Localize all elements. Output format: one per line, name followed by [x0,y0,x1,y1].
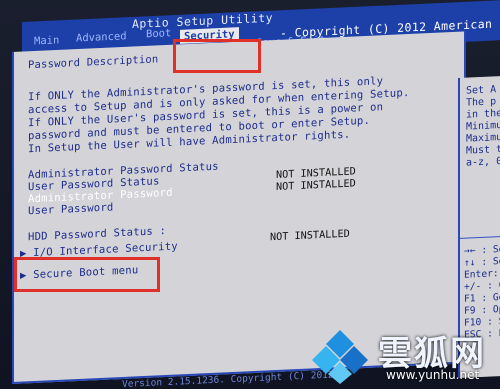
watermark: 雲狐网 www.yunhu.net [306,322,500,389]
user-password-status-value: NOT INSTALLED [276,178,356,194]
help-line: a-z, 0 [466,155,500,169]
highlight-box-secure-boot [14,257,160,292]
hdd-password-status-value: NOT INSTALLED [270,228,350,244]
help-line: The p [466,96,497,109]
key-hint: →← : Se [464,243,500,257]
section-title: Password Description [28,53,159,72]
watermark-url: www.yunhu.net [386,368,480,382]
user-password-item[interactable]: User Password [28,201,114,217]
help-line: Maximu [466,131,500,145]
key-hint: Enter: Sel [464,267,500,281]
key-hint: +/- : Cha [464,279,500,293]
help-line: Set A [466,84,497,97]
highlight-box-security-tab [173,39,261,73]
bios-screen: Aptio Setup Utility Main Advanced Boot S… [0,0,500,389]
yunhu-logo-icon [312,330,368,384]
key-hint: F9 : Opt [464,303,500,317]
divider [460,235,500,239]
tab-advanced[interactable]: Advanced [76,30,127,44]
hdd-password-status-label: HDD Password Status : [28,225,167,244]
help-line: Minimu [466,119,500,133]
key-hint: ↑↓ : Se [464,255,500,269]
key-hint: F1 : Gen [464,291,500,305]
tab-boot[interactable]: Boot [146,27,171,40]
help-line: in the [466,107,500,121]
help-line: Must ty [466,143,500,157]
tab-main[interactable]: Main [34,34,59,47]
